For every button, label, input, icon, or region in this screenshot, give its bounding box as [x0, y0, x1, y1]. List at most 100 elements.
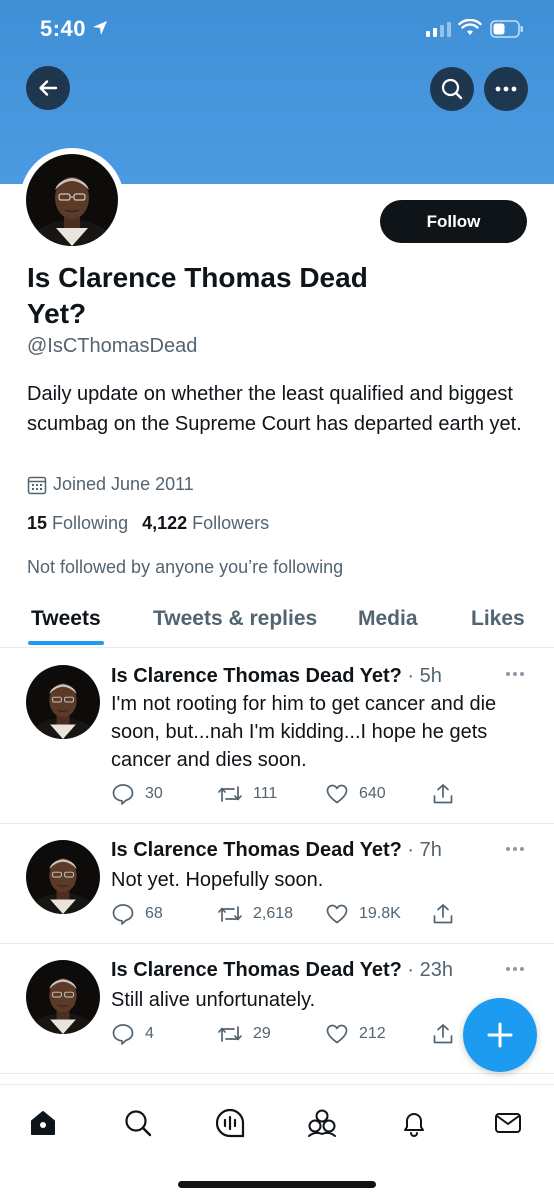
portrait-image: [26, 665, 100, 739]
tweet-text: Not yet. Hopefully soon.: [111, 869, 324, 891]
status-bar: 5:40: [0, 0, 554, 60]
heart-icon: [326, 784, 348, 804]
retweet-icon: [218, 786, 242, 802]
tweet-more-icon[interactable]: [505, 846, 525, 852]
follow-button[interactable]: Follow: [380, 200, 527, 243]
not-followed-note: Not followed by anyone you’re following: [27, 557, 344, 577]
arrow-left-icon: [39, 80, 58, 96]
tweet-actions: 68 2,618 19.8K: [111, 902, 531, 928]
following-count: 15: [27, 513, 48, 533]
reply-button[interactable]: 4: [111, 1022, 154, 1046]
share-button[interactable]: [431, 1022, 455, 1046]
heart-icon: [326, 904, 348, 924]
reply-icon: [112, 1024, 134, 1045]
retweet-icon: [218, 906, 242, 922]
nav-home[interactable]: [25, 1105, 61, 1141]
calendar-icon: [27, 476, 47, 494]
location-arrow-icon: [93, 21, 107, 35]
share-button[interactable]: [431, 902, 455, 926]
reply-icon: [112, 904, 134, 925]
nav-messages[interactable]: [490, 1105, 526, 1141]
tweet-timestamp[interactable]: · 7h: [407, 839, 441, 861]
portrait-image: [26, 840, 100, 914]
tweet-header: Is Clarence Thomas Dead Yet? · 23h: [111, 959, 453, 982]
like-count: 212: [359, 1025, 386, 1042]
nav-search[interactable]: [120, 1105, 156, 1141]
retweet-button[interactable]: 29: [217, 1022, 271, 1046]
cellular-signal-icon: [426, 22, 451, 37]
communities-icon: [308, 1109, 336, 1137]
tweet-text: Still alive unfortunately.: [111, 989, 316, 1011]
tweet-header: Is Clarence Thomas Dead Yet? · 5h: [111, 665, 442, 688]
search-icon: [441, 78, 463, 100]
tweet-author[interactable]: Is Clarence Thomas Dead Yet?: [111, 665, 402, 687]
profile-tabs: Tweets Tweets & replies Media Likes: [0, 596, 554, 648]
tweet-author[interactable]: Is Clarence Thomas Dead Yet?: [111, 839, 402, 861]
profile-handle: @IsCThomasDead: [27, 335, 198, 357]
tab-likes[interactable]: Likes: [471, 607, 525, 631]
tweet-text: I'm not rooting for him to get cancer an…: [111, 693, 497, 771]
more-icon: [495, 86, 517, 92]
retweet-count: 2,618: [253, 905, 294, 922]
like-button[interactable]: 212: [325, 1022, 386, 1046]
nav-spaces[interactable]: [212, 1105, 248, 1141]
status-time: 5:40: [40, 16, 87, 41]
following-link[interactable]: 15 Following: [27, 513, 128, 534]
like-count: 19.8K: [359, 905, 401, 922]
follow-stats: 15 Following 4,122 Followers: [27, 513, 269, 534]
profile-name: Is Clarence Thomas Dead Yet?: [27, 262, 368, 329]
join-date: Joined June 2011: [27, 474, 194, 495]
like-count: 640: [359, 785, 386, 802]
reply-count: 4: [145, 1025, 154, 1042]
tab-tweets-replies[interactable]: Tweets & replies: [153, 607, 317, 631]
messages-icon: [495, 1113, 521, 1133]
reply-button[interactable]: 68: [111, 902, 163, 926]
search-button[interactable]: [430, 67, 474, 111]
nav-communities[interactable]: [304, 1105, 340, 1141]
tab-tweets[interactable]: Tweets: [31, 607, 101, 631]
tweet-header: Is Clarence Thomas Dead Yet? · 7h: [111, 839, 442, 862]
following-label: Following: [52, 513, 129, 533]
retweet-count: 29: [253, 1025, 271, 1042]
share-icon: [433, 1024, 453, 1044]
heart-icon: [326, 1024, 348, 1044]
followers-count: 4,122: [142, 513, 188, 533]
tweet-timestamp[interactable]: · 23h: [407, 959, 453, 981]
tweet-avatar[interactable]: [26, 960, 100, 1034]
followers-label: Followers: [192, 513, 270, 533]
tweet-avatar[interactable]: [26, 665, 100, 739]
like-button[interactable]: 19.8K: [325, 902, 401, 926]
tweet-avatar[interactable]: [26, 840, 100, 914]
join-date-text: Joined June 2011: [53, 474, 194, 494]
profile-bio: Daily update on whether the least qualif…: [27, 383, 522, 435]
notifications-icon: [404, 1113, 424, 1137]
tweet[interactable]: Is Clarence Thomas Dead Yet? · 5h I'm no…: [0, 649, 554, 824]
reply-icon: [112, 784, 134, 805]
tweet-timestamp[interactable]: · 5h: [407, 665, 441, 687]
home-indicator: [178, 1181, 376, 1188]
nav-notifications[interactable]: [396, 1105, 432, 1141]
like-button[interactable]: 640: [325, 782, 386, 806]
share-button[interactable]: [431, 782, 455, 806]
more-options-button[interactable]: [484, 67, 528, 111]
reply-count: 30: [145, 785, 163, 802]
tweet-actions: 30 111 640: [111, 782, 531, 808]
tweet-more-icon[interactable]: [505, 966, 525, 972]
tweet-more-icon[interactable]: [505, 671, 525, 677]
retweet-icon: [218, 1026, 242, 1042]
plus-icon: [487, 1022, 513, 1048]
reply-count: 68: [145, 905, 163, 922]
retweet-count: 111: [253, 785, 278, 802]
reply-button[interactable]: 30: [111, 782, 163, 806]
tweet[interactable]: Is Clarence Thomas Dead Yet? · 7h Not ye…: [0, 824, 554, 944]
retweet-button[interactable]: 2,618: [217, 902, 293, 926]
tweet-author[interactable]: Is Clarence Thomas Dead Yet?: [111, 959, 402, 981]
back-button[interactable]: [26, 66, 70, 110]
followers-link[interactable]: 4,122 Followers: [142, 513, 269, 534]
retweet-button[interactable]: 111: [217, 782, 277, 806]
compose-tweet-button[interactable]: [463, 998, 537, 1072]
tab-media[interactable]: Media: [358, 607, 418, 631]
search-icon: [125, 1110, 152, 1137]
battery-icon: [490, 20, 523, 38]
profile-avatar[interactable]: [20, 148, 124, 252]
